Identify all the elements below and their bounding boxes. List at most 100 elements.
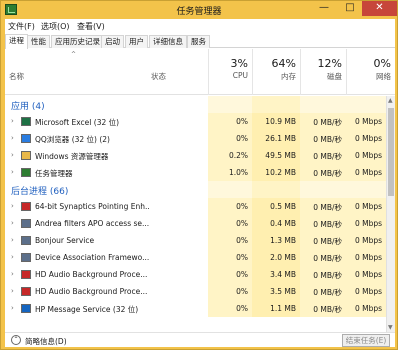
column-cpu[interactable]: 3% CPU [208, 49, 252, 95]
end-task-button[interactable]: 结束任务(E) [342, 334, 390, 347]
scrollbar-thumb[interactable] [388, 108, 394, 196]
hp-icon [21, 304, 31, 313]
tab-performance[interactable]: 性能 [27, 35, 50, 48]
net-value: 0 Mbps [354, 151, 382, 160]
scroll-up-icon[interactable]: ▲ [388, 97, 393, 104]
mem-value: 3.4 MB [270, 270, 296, 279]
title-bar[interactable]: 任务管理器 — □ ✕ [1, 1, 397, 19]
chevron-right-icon[interactable]: › [11, 219, 14, 227]
net-cell: 0 Mbps [346, 232, 386, 249]
chevron-right-icon[interactable]: › [11, 168, 14, 176]
chevron-right-icon[interactable]: › [11, 287, 14, 295]
tab-services[interactable]: 服务 [187, 35, 210, 48]
close-button[interactable]: ✕ [362, 1, 397, 16]
table-row[interactable]: 0% 2.0 MB 0 MB/秒 0 Mbps › Device Association … [5, 249, 386, 266]
tab-app-history[interactable]: 应用历史记录 [51, 35, 104, 48]
chevron-right-icon[interactable]: › [11, 117, 14, 125]
process-list: 应用 (4) 0% 10.9 MB 0 MB/秒 0 Mbps › Microsoft Ex… [5, 96, 386, 332]
table-row[interactable]: 0% 0.5 MB 0 MB/秒 0 Mbps › 64-bit Synaptics Po… [5, 198, 386, 215]
menu-view[interactable]: 查看(V) [77, 21, 105, 32]
network-total: 0% [373, 57, 391, 70]
service-icon [21, 219, 31, 228]
disk-cell: 0 MB/秒 [300, 164, 346, 181]
chevron-up-icon[interactable]: ⌃ [11, 335, 21, 345]
table-row[interactable]: 0.2% 49.5 MB 0 MB/秒 0 Mbps › Windows 资源管理器 [5, 147, 386, 164]
column-status[interactable]: 状态 [151, 71, 166, 82]
disk-cell: 0 MB/秒 [300, 147, 346, 164]
net-cell: 0 Mbps [346, 113, 386, 130]
tab-processes[interactable]: 进程 [5, 34, 28, 49]
process-name: Device Association Framewo... [35, 253, 149, 262]
synaptics-icon [21, 202, 31, 211]
fewer-details-link[interactable]: 简略信息(D) [25, 336, 67, 347]
tab-details[interactable]: 详细信息 [149, 35, 187, 48]
maximize-button[interactable]: □ [338, 1, 362, 16]
vertical-scrollbar[interactable]: ▲ ▼ [386, 96, 395, 332]
footer-bar: ⌃ 简略信息(D) 结束任务(E) [5, 332, 395, 347]
chevron-right-icon[interactable]: › [11, 270, 14, 278]
cpu-cell: 0% [208, 130, 252, 147]
qq-browser-icon [21, 134, 31, 143]
tab-startup[interactable]: 启动 [101, 35, 124, 48]
chevron-right-icon[interactable]: › [11, 202, 14, 210]
column-disk[interactable]: 12% 磁盘 [300, 49, 346, 95]
menu-options[interactable]: 选项(O) [41, 21, 70, 32]
process-name: HD Audio Background Proce... [35, 270, 148, 279]
table-row[interactable]: 1.0% 10.2 MB 0 MB/秒 0 Mbps › 任务管理器 [5, 164, 386, 181]
process-name: Andrea filters APO access se... [35, 219, 149, 228]
chevron-right-icon[interactable]: › [11, 151, 14, 159]
process-name: Microsoft Excel (32 位) [35, 118, 120, 127]
mem-cell: 10.2 MB [252, 164, 300, 181]
table-row[interactable]: 0% 3.4 MB 0 MB/秒 0 Mbps › HD Audio Background… [5, 266, 386, 283]
disk-value: 0 MB/秒 [313, 203, 342, 212]
tab-users[interactable]: 用户 [125, 35, 148, 48]
table-row[interactable]: 0% 1.3 MB 0 MB/秒 0 Mbps › Bonjour Service [5, 232, 386, 249]
table-row[interactable]: 0% 1.1 MB 0 MB/秒 0 Mbps › HP Message Service … [5, 300, 386, 317]
minimize-button[interactable]: — [312, 1, 336, 16]
disk-value: 0 MB/秒 [313, 305, 342, 314]
menu-file[interactable]: 文件(F) [8, 21, 35, 32]
column-name[interactable]: 名称 [9, 71, 24, 82]
net-value: 0 Mbps [354, 202, 382, 211]
mem-value: 10.2 MB [265, 168, 296, 177]
group-net-cell [346, 96, 386, 113]
network-label: 网络 [376, 72, 391, 81]
disk-cell: 0 MB/秒 [300, 283, 346, 300]
table-row[interactable]: 0% 26.1 MB 0 MB/秒 0 Mbps › QQ浏览器 (32 位) (2) [5, 130, 386, 147]
chevron-right-icon[interactable]: › [11, 134, 14, 142]
net-value: 0 Mbps [354, 219, 382, 228]
scroll-down-icon[interactable]: ▼ [388, 324, 393, 331]
disk-value: 0 MB/秒 [313, 135, 342, 144]
disk-value: 0 MB/秒 [313, 169, 342, 178]
mem-cell: 49.5 MB [252, 147, 300, 164]
chevron-right-icon[interactable]: › [11, 253, 14, 261]
process-name: 任务管理器 [35, 169, 73, 178]
chevron-right-icon[interactable]: › [11, 236, 14, 244]
cpu-value: 0% [236, 117, 248, 126]
table-row[interactable]: 0% 0.4 MB 0 MB/秒 0 Mbps › Andrea filters APO … [5, 215, 386, 232]
group-apps[interactable]: 应用 (4) [5, 96, 386, 113]
column-memory[interactable]: 64% 内存 [252, 49, 300, 95]
sort-arrow-icon: ^ [71, 51, 77, 58]
mem-cell: 3.4 MB [252, 266, 300, 283]
chevron-right-icon[interactable]: › [11, 304, 14, 312]
column-network[interactable]: 0% 网络 [346, 49, 395, 95]
group-background[interactable]: 后台进程 (66) [5, 181, 386, 198]
disk-cell: 0 MB/秒 [300, 266, 346, 283]
net-value: 0 Mbps [354, 253, 382, 262]
cpu-cell: 0% [208, 215, 252, 232]
mem-value: 26.1 MB [265, 134, 296, 143]
cpu-cell: 0% [208, 249, 252, 266]
audio-icon [21, 287, 31, 296]
cpu-total: 3% [230, 57, 248, 70]
table-row[interactable]: 0% 10.9 MB 0 MB/秒 0 Mbps › Microsoft Excel (3… [5, 113, 386, 130]
net-value: 0 Mbps [354, 168, 382, 177]
table-row[interactable]: 0% 3.5 MB 0 MB/秒 0 Mbps › HD Audio Background… [5, 283, 386, 300]
mem-cell: 0.4 MB [252, 215, 300, 232]
cpu-label: CPU [232, 71, 248, 80]
column-header: ^ 名称 状态 3% CPU 64% 内存 12% 磁盘 0% 网络 [5, 49, 395, 95]
net-cell: 0 Mbps [346, 300, 386, 317]
mem-cell: 2.0 MB [252, 249, 300, 266]
client-area: 文件(F) 选项(O) 查看(V) 进程 性能 应用历史记录 启动 用户 详细信… [5, 19, 395, 347]
disk-total: 12% [317, 57, 342, 70]
